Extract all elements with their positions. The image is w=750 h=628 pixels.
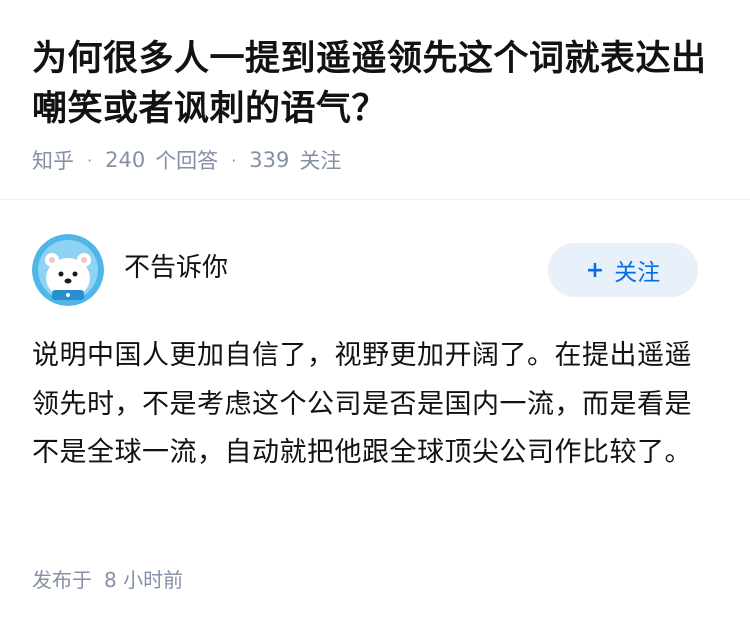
- plus-icon: +: [585, 257, 605, 283]
- followers-count[interactable]: 339: [249, 148, 289, 172]
- published-time-value: 8 小时前: [104, 567, 184, 592]
- followers-label[interactable]: 关注: [299, 145, 341, 175]
- follow-button[interactable]: + 关注: [548, 243, 698, 297]
- divider: [0, 199, 750, 200]
- answer-content: 说明中国人更加自信了，视野更加开阔了。在提出遥遥领先时，不是考虑这个公司是否是国…: [32, 340, 692, 468]
- published-prefix: 发布于: [32, 567, 92, 592]
- publish-time: 发布于 8 小时前: [32, 560, 183, 596]
- question-meta: 知乎 · 240 个回答 · 339 关注: [32, 140, 341, 180]
- polar-bear-avatar-icon: [32, 234, 104, 306]
- separator-dot: ·: [231, 150, 237, 170]
- answers-label[interactable]: 个回答: [155, 145, 218, 175]
- follow-button-label: 关注: [614, 260, 661, 286]
- author-name[interactable]: 不告诉你: [124, 250, 228, 286]
- avatar[interactable]: [32, 234, 104, 306]
- question-title[interactable]: 为何很多人一提到遥遥领先这个词就表达出嘲笑或者讽刺的语气？: [32, 34, 722, 134]
- answers-count[interactable]: 240: [105, 148, 145, 172]
- separator-dot: ·: [87, 150, 93, 170]
- source-label[interactable]: 知乎: [32, 145, 74, 175]
